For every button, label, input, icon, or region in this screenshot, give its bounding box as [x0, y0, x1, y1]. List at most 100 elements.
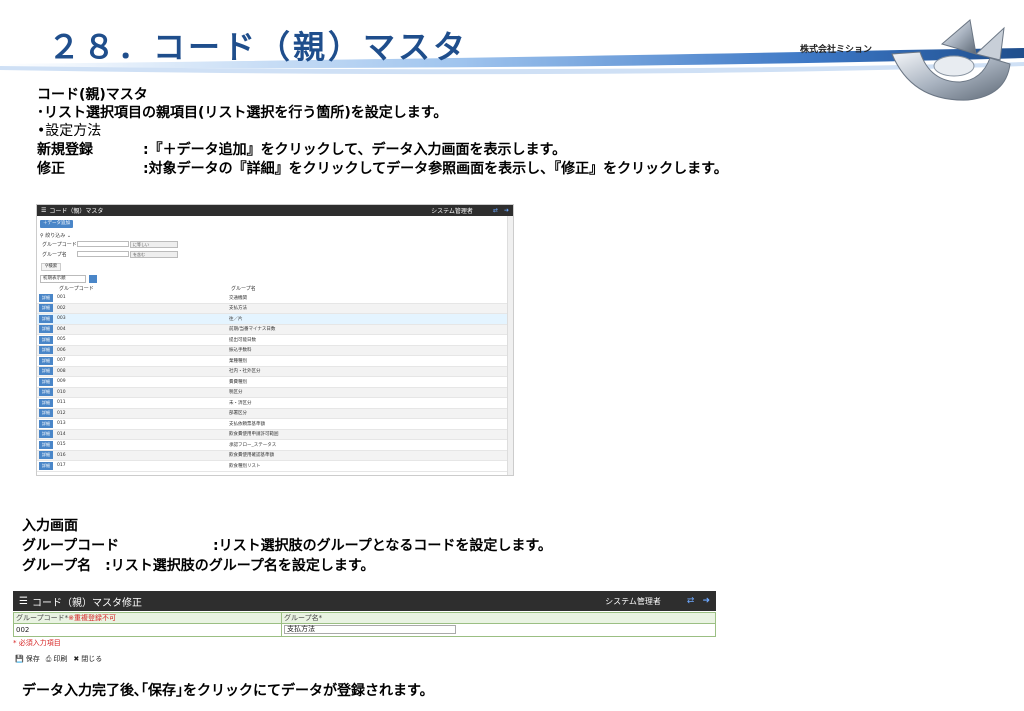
row-code: 004 [57, 326, 66, 332]
print-button[interactable]: ⎙ 印刷 [46, 654, 68, 664]
row-code: 016 [57, 452, 66, 458]
detail-button[interactable]: 詳細 [39, 451, 53, 460]
table-row: 詳細 003 往／片 [37, 314, 507, 325]
company-logo-icon [891, 19, 1011, 101]
footer-text: データ入力完了後､｢保存｣をクリックにてデータが登録されます。 [22, 683, 434, 699]
edit-title: コード（親）マスタ修正 [31, 597, 142, 609]
detail-button[interactable]: 詳細 [39, 325, 53, 334]
row-code: 001 [57, 295, 66, 301]
row-code: 002 [57, 305, 66, 311]
filter-code-input[interactable] [77, 241, 129, 247]
filter-toggle[interactable]: ⚲ 絞り込み ⌄ [40, 232, 71, 239]
group-name-desc: グループ名 :リスト選択肢のグループ名を設定します。 [22, 558, 375, 574]
detail-button[interactable]: 詳細 [39, 356, 53, 365]
table-row: 詳細 013 支払依頼票基準額 [37, 419, 507, 430]
detail-button[interactable]: 詳細 [39, 314, 53, 323]
sort-select[interactable]: 初期表示順 [40, 275, 86, 283]
user-name: システム管理者 [431, 208, 473, 215]
detail-button[interactable]: 詳細 [39, 430, 53, 439]
logout-icon[interactable]: ➜ [504, 207, 509, 214]
switch-icon[interactable]: ⇄ [687, 596, 695, 606]
print-button-label: 印刷 [53, 655, 68, 663]
detail-button[interactable]: 詳細 [39, 335, 53, 344]
chevron-down-icon: ⌄ [66, 233, 72, 239]
group-code-header: グループコード*※重複登録不可 [14, 613, 282, 623]
search-button-label: 検索 [48, 264, 58, 269]
table-row: 詳細 014 飲食費使用申請許可範囲 [37, 429, 507, 440]
new-entry-desc: :『＋データ追加』をクリックして、データ入力画面を表示します。 [143, 142, 567, 158]
table-row: 詳細 008 社内・社外区分 [37, 366, 507, 377]
table-row: 詳細 001 交通機関 [37, 293, 507, 304]
row-code: 012 [57, 410, 66, 416]
row-code: 014 [57, 431, 66, 437]
row-name: 支払依頼票基準額 [229, 421, 265, 427]
row-name: 飲食種別リスト [229, 463, 261, 469]
table-row: 詳細 017 飲食種別リスト [37, 461, 507, 472]
row-code: 010 [57, 389, 66, 395]
filter-code-label: グループコード [42, 242, 77, 248]
print-icon: ⎙ [45, 654, 52, 663]
detail-button[interactable]: 詳細 [39, 461, 53, 470]
sort-order-button[interactable] [89, 275, 97, 283]
detail-button[interactable]: 詳細 [39, 388, 53, 397]
detail-button[interactable]: 詳細 [39, 419, 53, 428]
detail-button[interactable]: 詳細 [39, 398, 53, 407]
group-code-desc: :リスト選択肢のグループとなるコードを設定します。 [213, 538, 552, 554]
row-name: 往／片 [229, 316, 243, 322]
logout-icon[interactable]: ➜ [702, 596, 710, 606]
row-code: 015 [57, 442, 66, 448]
menu-icon[interactable]: ☰ [19, 596, 28, 607]
group-name-input[interactable]: 支払方法 [284, 625, 456, 634]
group-name-header: グループ名* [284, 614, 323, 622]
new-entry-term: 新規登録 [37, 142, 93, 158]
row-code: 009 [57, 379, 66, 385]
input-screen-heading: 入力画面 [22, 518, 78, 534]
filter-name-input[interactable] [77, 251, 129, 257]
edit-desc: :対象データの『詳細』をクリックしてデータ参照画面を表示し、『修正』をクリックし… [143, 161, 728, 177]
detail-button[interactable]: 詳細 [39, 367, 53, 376]
detail-button[interactable]: 詳細 [39, 377, 53, 386]
table-row: 詳細 009 費費種別 [37, 377, 507, 388]
group-code-header-label: グループコード* [16, 614, 69, 622]
row-name: 承認フロー_ステータス [229, 442, 277, 448]
edit-term: 修正 [37, 161, 65, 177]
filter-name-operator[interactable]: を含む [130, 251, 178, 258]
save-button-label: 保存 [25, 655, 40, 663]
row-name: 部署区分 [229, 411, 247, 417]
save-button[interactable]: 💾 保存 [15, 654, 40, 664]
table-row: 詳細 010 税区分 [37, 387, 507, 398]
required-note: * 必須入力項目 [13, 639, 61, 647]
table-row: 詳細 011 未・済区分 [37, 398, 507, 409]
table-header: グループコード グループ名 [37, 285, 507, 293]
row-name: 未・済区分 [229, 400, 252, 406]
user-name: システム管理者 [605, 596, 661, 606]
switch-icon[interactable]: ⇄ [493, 207, 498, 214]
table-row: 詳細 005 提出可能日数 [37, 335, 507, 346]
row-code: 007 [57, 358, 66, 364]
save-icon: 💾 [15, 655, 24, 663]
add-data-button[interactable]: ＋データ追加 [40, 220, 73, 228]
group-code-term: グループコード [22, 538, 120, 554]
duplicate-note: ※重複登録不可 [68, 614, 116, 622]
detail-button[interactable]: 詳細 [39, 440, 53, 449]
filter-name-label: グループ名 [42, 252, 67, 258]
row-name: 税区分 [229, 390, 243, 396]
row-name: 飲食費使用確認基準額 [229, 453, 274, 459]
close-icon: ✖ [73, 655, 80, 663]
search-button[interactable]: ⚲検索 [41, 263, 62, 271]
detail-button[interactable]: 詳細 [39, 293, 53, 302]
list-title: コード（親）マスタ [49, 208, 104, 215]
edit-actions: 💾 保存 ⎙ 印刷 ✖ 閉じる [15, 654, 102, 664]
list-scrollbar[interactable] [507, 216, 513, 475]
row-code: 017 [57, 463, 66, 469]
detail-button[interactable]: 詳細 [39, 304, 53, 313]
edit-form-table: グループコード*※重複登録不可 グループ名* 002 支払方法 [13, 612, 716, 637]
close-button[interactable]: ✖ 閉じる [73, 654, 102, 664]
row-code: 003 [57, 316, 66, 322]
detail-button[interactable]: 詳細 [39, 409, 53, 418]
row-code: 006 [57, 347, 66, 353]
detail-button[interactable]: 詳細 [39, 346, 53, 355]
filter-code-operator[interactable]: に等しい [130, 241, 178, 248]
list-screen-screenshot: ☰ コード（親）マスタ システム管理者 ⇄ ➜ ＋データ追加 ⚲ 絞り込み ⌄ … [36, 204, 514, 476]
group-code-value: 002 [14, 624, 282, 636]
